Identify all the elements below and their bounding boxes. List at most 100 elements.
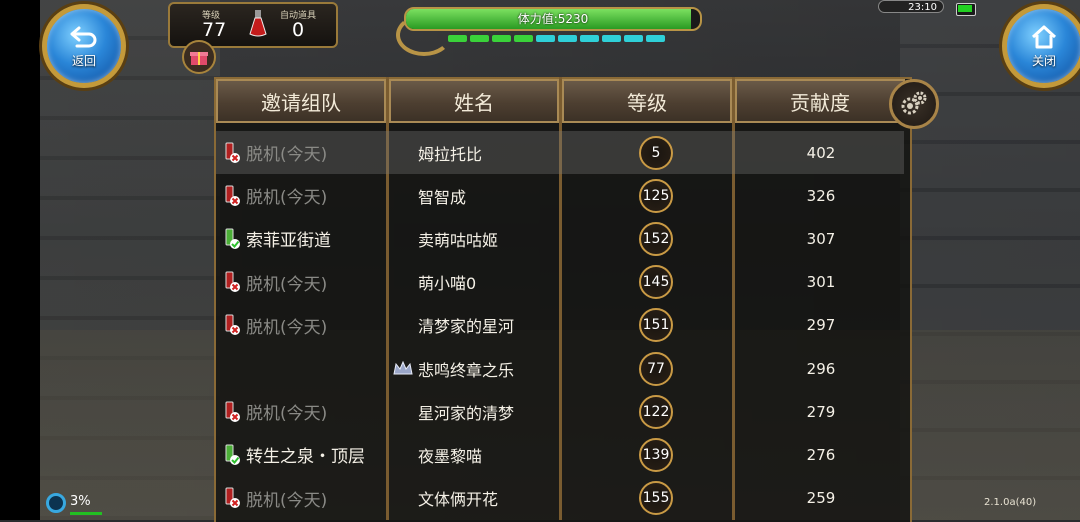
gift-icon[interactable] (182, 40, 216, 74)
table-row[interactable]: 悲鸣终章之乐 77 296 (216, 347, 904, 390)
contribution-value: 326 (806, 186, 836, 205)
level-badge: 155 (639, 481, 673, 516)
level-badge: 5 (639, 135, 673, 170)
level-badge: 151 (639, 308, 673, 343)
table-row[interactable]: 脱机(今天) 清梦家的星河 151 297 (216, 304, 904, 347)
location-text: 索菲亚街道 (246, 231, 331, 252)
crown-icon (392, 359, 414, 377)
invite-cell[interactable]: 脱机(今天) (216, 174, 388, 217)
level-cell: 145 (626, 261, 686, 304)
member-name-cell[interactable]: 清梦家的星河 (418, 304, 598, 347)
table-row[interactable]: 脱机(今天) 星河家的清梦 122 279 (216, 390, 904, 433)
member-name-cell[interactable]: 卖萌咕咕姬 (418, 217, 598, 260)
energy-pips (448, 35, 665, 42)
level-badge: 125 (639, 178, 673, 213)
location-text: 脱机(今天) (246, 317, 328, 338)
table-row[interactable]: 脱机(今天) 文体俩开花 155 259 (216, 477, 904, 520)
home-icon (1031, 25, 1057, 48)
header-name[interactable]: 姓名 (389, 79, 559, 123)
table-row[interactable]: 索菲亚街道 卖萌咕咕姬 152 307 (216, 217, 904, 260)
contribution-value: 402 (806, 143, 836, 162)
invite-cell[interactable]: 转生之泉・顶层 (216, 433, 388, 476)
member-name-cell[interactable]: 星河家的清梦 (418, 390, 598, 433)
table-row[interactable]: 脱机(今天) 姆拉托比 5 402 (216, 131, 904, 174)
location-text: 脱机(今天) (246, 490, 328, 511)
energy-pip (536, 35, 555, 42)
offline-status-icon (220, 185, 242, 207)
location-text: 脱机(今天) (246, 145, 328, 165)
member-name-cell[interactable]: 智智成 (418, 174, 598, 217)
level-cell: 155 (626, 477, 686, 520)
level-badge: 139 (639, 437, 673, 472)
member-name: 文体俩开花 (418, 490, 499, 510)
level-cell: 125 (626, 174, 686, 217)
level-value: 77 (202, 19, 227, 41)
member-name-cell[interactable]: 萌小喵0 (418, 261, 598, 304)
member-name-cell[interactable]: 悲鸣终章之乐 (393, 347, 598, 390)
member-name-cell[interactable]: 文体俩开花 (418, 477, 598, 520)
energy-pip (602, 35, 621, 42)
level-cell: 77 (626, 347, 686, 390)
level-cell: 152 (626, 217, 686, 260)
invite-cell[interactable]: 脱机(今天) (216, 390, 388, 433)
energy-pip (492, 35, 511, 42)
invite-cell[interactable]: 脱机(今天) (216, 261, 388, 304)
back-label: 返回 (71, 53, 96, 68)
invite-cell[interactable]: 脱机(今天) (216, 477, 388, 520)
table-row[interactable]: 脱机(今天) 萌小喵0 145 301 (216, 261, 904, 304)
auto-item-value: 0 (292, 19, 305, 41)
location-text: 脱机(今天) (246, 404, 328, 425)
level-badge: 145 (639, 265, 673, 300)
level-cell: 139 (626, 433, 686, 476)
progress-percent: 3% (70, 494, 91, 509)
header-level[interactable]: 等级 (562, 79, 732, 123)
back-button[interactable]: 返回 (42, 4, 126, 88)
progress-bar (70, 512, 102, 515)
energy-pip (514, 35, 533, 42)
invite-cell[interactable]: 脱机(今天) (216, 304, 388, 347)
energy-pip (624, 35, 643, 42)
level-cell: 122 (626, 390, 686, 433)
gear-icon (901, 91, 927, 115)
level-badge: 122 (639, 394, 673, 429)
invite-cell[interactable] (216, 347, 388, 390)
location-text: 脱机(今天) (246, 188, 328, 209)
battery-icon (956, 3, 976, 16)
invite-cell[interactable]: 索菲亚街道 (216, 217, 388, 260)
loading-ring-icon (46, 493, 66, 513)
header-contribution[interactable]: 贡献度 (735, 79, 905, 123)
offline-status-icon (220, 271, 242, 293)
offline-status-icon (220, 487, 242, 509)
header-invite[interactable]: 邀请组队 (216, 79, 386, 123)
contribution-value: 301 (806, 273, 836, 292)
screen-edge (0, 0, 40, 520)
member-name: 星河家的清梦 (418, 403, 515, 423)
settings-button[interactable] (889, 79, 939, 129)
online-status-icon (220, 444, 242, 466)
potion-icon[interactable] (248, 8, 268, 38)
offline-status-icon (220, 314, 242, 336)
version-text: 2.1.0a(40) (984, 497, 1037, 508)
contribution-value: 307 (806, 229, 836, 248)
clock: 23:10 (878, 0, 944, 13)
member-name-cell[interactable]: 夜墨黎喵 (418, 433, 598, 476)
contribution-value: 297 (806, 316, 836, 335)
energy-pip (580, 35, 599, 42)
member-name: 卖萌咕咕姬 (418, 230, 499, 250)
table-row[interactable]: 转生之泉・顶层 夜墨黎喵 139 276 (216, 433, 904, 476)
online-status-icon (220, 228, 242, 250)
contribution-value: 296 (806, 359, 836, 378)
member-name: 清梦家的星河 (418, 317, 515, 337)
return-arrow-icon (70, 26, 97, 47)
offline-status-icon (220, 142, 242, 164)
close-button[interactable]: 关闭 (1002, 4, 1080, 88)
invite-cell[interactable]: 脱机(今天) (216, 131, 388, 174)
location-text: 脱机(今天) (246, 274, 328, 295)
level-cell: 151 (626, 304, 686, 347)
member-name: 智智成 (418, 187, 467, 207)
table-row[interactable]: 脱机(今天) 智智成 125 326 (216, 174, 904, 217)
energy-pip (646, 35, 665, 42)
moon-ornament (396, 14, 452, 56)
member-name: 夜墨黎喵 (418, 446, 483, 466)
member-name-cell[interactable]: 姆拉托比 (418, 131, 598, 174)
